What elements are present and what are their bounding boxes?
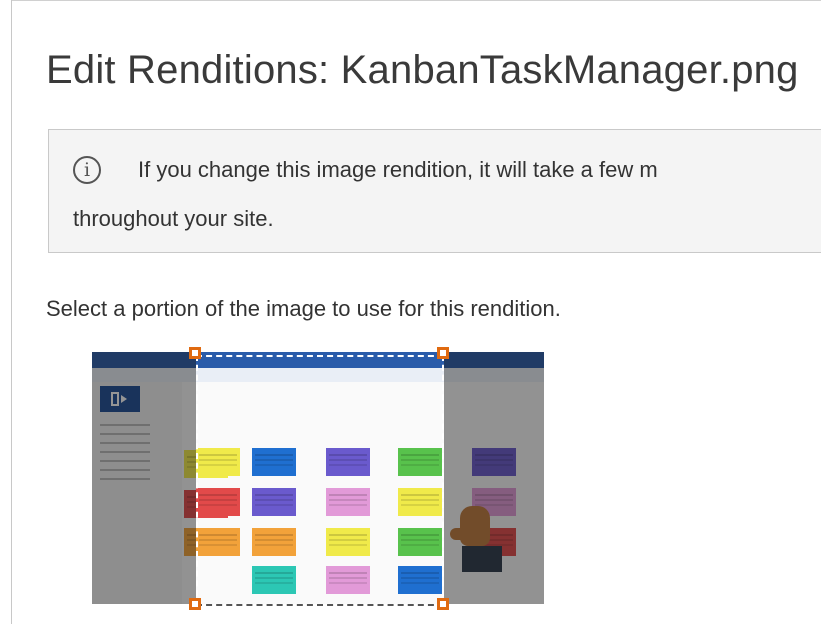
- crop-handle-bottom-left[interactable]: [189, 598, 201, 610]
- left-border: [11, 0, 12, 624]
- crop-handle-top-left[interactable]: [189, 347, 201, 359]
- instruction-text: Select a portion of the image to use for…: [46, 296, 561, 321]
- page-title: Edit Renditions: KanbanTaskManager.png: [46, 48, 799, 92]
- info-notice: i If you change this image rendition, it…: [48, 129, 821, 253]
- crop-handle-bottom-right[interactable]: [437, 598, 449, 610]
- crop-shade-left: [92, 352, 196, 604]
- crop-bottom-edge: [196, 604, 444, 606]
- crop-selection[interactable]: [196, 355, 444, 606]
- crop-handle-top-right[interactable]: [437, 347, 449, 359]
- crop-shade-right: [444, 352, 544, 604]
- notice-text-line-2: throughout your site.: [73, 206, 274, 231]
- top-border: [11, 0, 821, 1]
- info-icon: i: [73, 156, 101, 184]
- notice-text-line-1: If you change this image rendition, it w…: [138, 157, 658, 182]
